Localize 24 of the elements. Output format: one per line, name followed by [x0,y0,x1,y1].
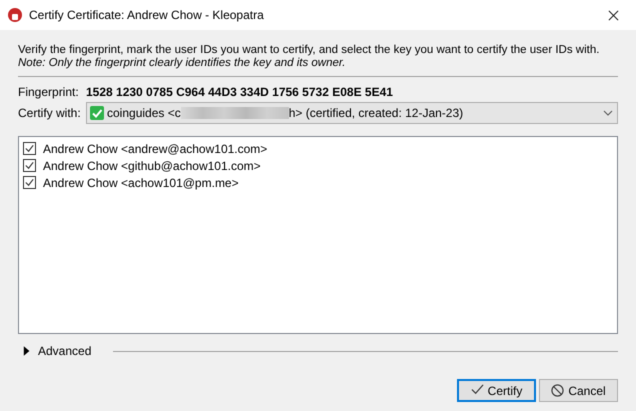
instruction-text: Verify the fingerprint, mark the user IDs you want to certify, and select the key you want to certify the user IDs with. [18,44,600,56]
field-label: Certify with: [18,106,82,120]
cancel-button[interactable]: Cancel [539,379,618,402]
certified-check-icon [90,106,104,120]
close-icon [608,10,618,20]
user-id-label: Andrew Chow <achow101@pm.me> [43,176,239,190]
check-icon [470,384,484,397]
note-text: Note: Only the fingerprint clearly identifies the key and its owner. [18,57,346,69]
caret-icon [603,110,613,116]
checkbox[interactable] [23,159,36,172]
key-dropdown[interactable]: coinguides <c h> (certified, created: 12-Jan-23) [86,102,618,124]
user-id-label: Andrew Chow <github@achow101.com> [43,158,261,172]
app-logo-icon [8,8,22,22]
advanced-toggle[interactable]: Advanced [38,344,92,358]
key-text: h> (certified, created: 12-Jan-23) [288,106,464,120]
user-id-label: Andrew Chow <andrew@achow101.com> [43,142,268,156]
checkbox[interactable] [23,176,36,189]
window-title: Certify Certificate: Andrew Chow - Kleopatra [29,8,265,22]
fingerprint-value: 1528 1230 0785 C964 44D3 334D 1756 5732 E08E 5E41 [86,85,393,99]
certify-button[interactable]: Certify [457,379,536,402]
prohibited-icon [551,384,564,397]
checkbox[interactable] [23,142,36,155]
field-label: Fingerprint: [18,85,80,99]
key-text: coinguides <c [107,106,181,120]
